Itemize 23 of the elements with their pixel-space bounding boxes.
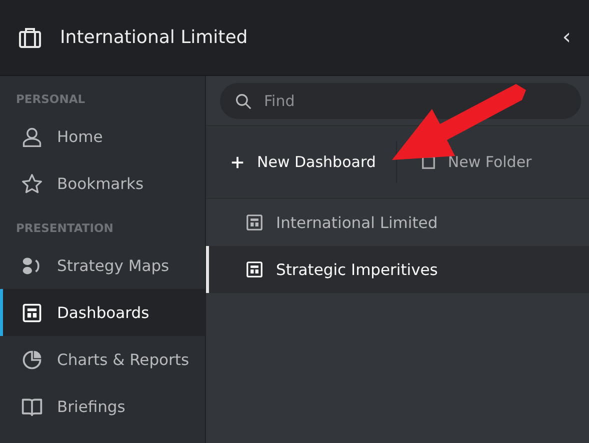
search-icon (234, 92, 253, 110)
dashboard-row[interactable]: International Limited (206, 199, 589, 246)
toolbar-button[interactable]: New Dashboard (206, 145, 396, 179)
organization-title: International Limited (60, 27, 249, 48)
sidebar-item[interactable]: Dashboards (0, 289, 205, 336)
sidebar-item[interactable]: Strategy Maps (0, 242, 205, 289)
pie-chart-icon (21, 348, 43, 370)
section-label: PRESENTATION (15, 221, 114, 235)
section-label: PERSONAL (15, 92, 86, 106)
dashboard-row[interactable]: Strategic Imperitives (206, 246, 589, 293)
sidebar-item[interactable]: Charts & Reports (0, 336, 205, 383)
sidebar-item[interactable]: Bookmarks (0, 160, 205, 207)
search-field[interactable]: Find (220, 82, 581, 118)
dashboard-icon (245, 260, 264, 279)
sidebar-item[interactable]: Briefings (0, 383, 205, 430)
plus-icon (230, 154, 245, 170)
star-icon (21, 172, 43, 194)
collapse-button[interactable]: ‹ (558, 25, 575, 50)
dashboard-icon (245, 213, 264, 232)
dashboard-icon (21, 302, 43, 324)
briefcase-icon (18, 26, 42, 50)
person-icon (21, 126, 43, 148)
sidebar-item[interactable]: Home (0, 113, 205, 160)
